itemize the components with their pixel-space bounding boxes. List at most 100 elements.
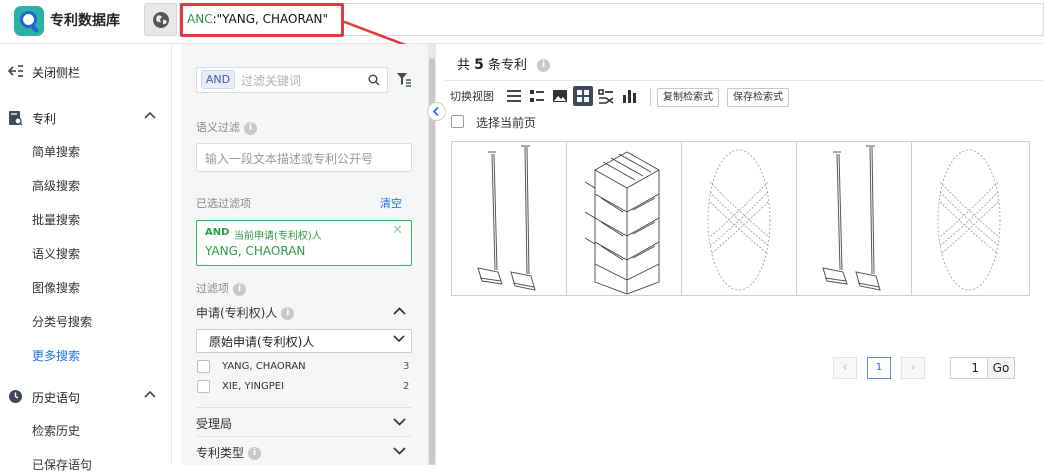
chip-value: YANG, CHAORAN <box>205 244 306 258</box>
toolbar-separator <box>650 88 651 106</box>
select-page-label: 选择当前页 <box>476 116 537 130</box>
query-field: ANC <box>187 12 213 26</box>
close-sidebar-label: 关闭侧栏 <box>32 66 81 80</box>
applicant-count: 3 <box>403 361 410 372</box>
filter-operator-pill[interactable]: AND <box>201 70 235 89</box>
goto-page-input[interactable]: 1 <box>950 357 988 379</box>
applicant-group-title[interactable]: 申请(专利权)人 i <box>196 304 295 321</box>
compare-view-button[interactable] <box>596 86 616 106</box>
nav-group-patent[interactable]: 专利 <box>0 108 172 128</box>
applicant-checkbox[interactable] <box>197 380 210 393</box>
view-switch-label: 切换视图 <box>450 90 494 103</box>
globe-icon <box>153 12 169 28</box>
applicant-type-value: 原始申请(专利权)人 <box>209 335 315 349</box>
nav-item-semantic-search[interactable]: 语义搜索 <box>32 245 80 262</box>
close-sidebar-button[interactable]: 关闭侧栏 <box>0 62 172 82</box>
app-title: 专利数据库 <box>50 13 120 29</box>
patent-doc-icon <box>9 111 23 126</box>
filter-keyword-placeholder: 过滤关键词 <box>241 74 302 88</box>
divider <box>445 80 1044 81</box>
nav-item-more-search[interactable]: 更多搜索 <box>32 347 80 364</box>
chevron-up-icon <box>144 111 156 119</box>
applicant-name: XIE, YINGPEI <box>222 381 285 392</box>
chevron-up-icon <box>144 390 156 398</box>
prev-page-button[interactable]: ‹ <box>833 357 857 379</box>
bar-chart-icon <box>623 90 636 103</box>
nav-item-batch-search[interactable]: 批量搜索 <box>32 211 80 228</box>
language-button[interactable] <box>144 3 177 36</box>
divider <box>196 407 412 408</box>
patent-thumbnail[interactable] <box>452 142 567 295</box>
shelf-drawing-icon <box>584 151 660 295</box>
nav-group-history-label: 历史语句 <box>32 391 81 405</box>
office-group-title[interactable]: 受理局 <box>196 415 232 432</box>
nav-group-history[interactable]: 历史语句 <box>0 387 172 407</box>
query-text[interactable]: ANC:"YANG, CHAORAN" <box>187 12 328 26</box>
applicant-checkbox[interactable] <box>197 360 210 373</box>
slipper-drawing-icon <box>937 149 1001 291</box>
nav-item-search-history[interactable]: 检索历史 <box>32 422 80 439</box>
slipper-drawing-icon <box>707 149 771 291</box>
collapse-filter-button[interactable] <box>427 102 446 121</box>
filter-items-heading: 过滤项 i <box>196 280 246 296</box>
patent-thumbnail[interactable] <box>797 142 912 295</box>
mop-drawing-icon <box>822 145 881 291</box>
search-icon[interactable] <box>368 74 380 86</box>
current-page-button[interactable]: 1 <box>867 357 891 379</box>
info-icon[interactable]: i <box>537 59 551 72</box>
next-page-button[interactable]: › <box>901 357 925 379</box>
copy-query-button[interactable]: 复制检索式 <box>657 88 719 107</box>
image-icon <box>553 90 567 102</box>
select-page-checkbox[interactable] <box>451 115 464 128</box>
results-grid <box>451 141 1030 296</box>
result-count-prefix: 共 <box>457 58 471 73</box>
grid-icon <box>577 90 589 102</box>
query-value: :"YANG, CHAORAN" <box>212 12 329 26</box>
close-icon[interactable]: ✕ <box>392 223 403 238</box>
list-icon <box>507 90 521 102</box>
patent-thumbnail[interactable] <box>682 142 797 295</box>
patent-type-group-title[interactable]: 专利类型 i <box>196 444 262 461</box>
chevron-left-icon <box>432 106 439 117</box>
compare-icon <box>598 89 614 104</box>
nav-item-advanced-search[interactable]: 高级搜索 <box>32 177 80 194</box>
chip-operator: AND <box>205 227 230 238</box>
chevron-down-icon[interactable] <box>393 418 406 426</box>
info-icon[interactable]: i <box>281 307 295 320</box>
save-query-button[interactable]: 保存检索式 <box>727 88 789 107</box>
collapse-sidebar-icon <box>8 65 23 77</box>
result-count-number: 5 <box>474 57 484 73</box>
patent-thumbnail[interactable] <box>567 142 682 295</box>
nav-item-simple-search[interactable]: 简单搜索 <box>32 143 80 160</box>
filter-settings-icon[interactable] <box>396 72 412 87</box>
semantic-filter-label: 语义过滤 <box>196 121 240 134</box>
detail-list-view-button[interactable] <box>527 86 547 106</box>
grid-view-button[interactable] <box>573 86 593 106</box>
info-icon[interactable]: i <box>233 282 246 296</box>
patent-type-label: 专利类型 <box>196 446 245 460</box>
chart-view-button[interactable] <box>619 86 639 106</box>
filter-items-label: 过滤项 <box>196 282 229 295</box>
nav-item-image-search[interactable]: 图像搜索 <box>32 279 80 296</box>
info-icon[interactable]: i <box>244 121 257 135</box>
list-view-button[interactable] <box>504 86 524 106</box>
chevron-down-icon <box>393 335 405 343</box>
chevron-up-icon[interactable] <box>393 307 406 315</box>
result-count-suffix: 条专利 <box>488 58 528 73</box>
detail-list-icon <box>530 90 544 102</box>
applicant-group-label: 申请(专利权)人 <box>196 306 278 320</box>
clear-filters-button[interactable]: 清空 <box>380 195 402 211</box>
image-view-button[interactable] <box>550 86 570 106</box>
result-count: 共 5 条专利 i <box>457 54 551 73</box>
applicant-count: 2 <box>403 381 410 392</box>
go-button[interactable]: Go <box>987 357 1015 379</box>
app-logo <box>14 6 44 36</box>
applicant-name: YANG, CHAORAN <box>222 361 306 372</box>
info-icon[interactable]: i <box>248 447 262 460</box>
clock-icon <box>9 390 22 403</box>
logo-magnifier-handle <box>30 24 40 34</box>
nav-item-classification-search[interactable]: 分类号搜索 <box>32 313 92 330</box>
selected-filters-label: 已选过滤项 <box>196 197 251 210</box>
chevron-down-icon[interactable] <box>393 447 406 455</box>
patent-thumbnail[interactable] <box>912 142 1027 295</box>
